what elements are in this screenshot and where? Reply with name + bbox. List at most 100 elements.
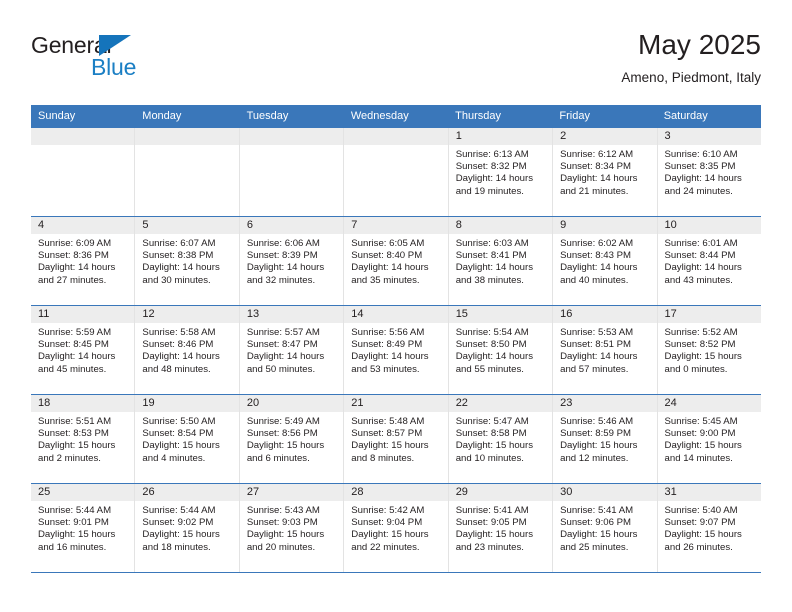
day-details: Sunrise: 6:12 AM Sunset: 8:34 PM Dayligh… bbox=[553, 145, 656, 198]
day-cell[interactable]: 12 Sunrise: 5:58 AM Sunset: 8:46 PM Dayl… bbox=[134, 306, 239, 394]
day-number: 30 bbox=[553, 484, 657, 501]
week-row: 25 Sunrise: 5:44 AM Sunset: 9:01 PM Dayl… bbox=[31, 483, 761, 572]
daylight-text-line2: and 43 minutes. bbox=[664, 274, 733, 286]
daylight-text-line2: and 53 minutes. bbox=[351, 363, 420, 375]
day-number: 13 bbox=[239, 306, 344, 323]
day-cell[interactable]: 10 Sunrise: 6:01 AM Sunset: 8:44 PM Dayl… bbox=[656, 217, 761, 305]
sunset-text: Sunset: 8:44 PM bbox=[664, 250, 736, 262]
day-details: Sunrise: 6:01 AM Sunset: 8:44 PM Dayligh… bbox=[658, 234, 761, 287]
daylight-text-line1: Daylight: 14 hours bbox=[38, 351, 116, 363]
logo-triangle-icon bbox=[99, 35, 131, 56]
day-cell[interactable]: 5 Sunrise: 6:07 AM Sunset: 8:38 PM Dayli… bbox=[134, 217, 239, 305]
day-cell[interactable]: 1 Sunrise: 6:13 AM Sunset: 8:32 PM Dayli… bbox=[447, 128, 553, 216]
day-number: 4 bbox=[31, 217, 135, 234]
sunset-text: Sunset: 8:39 PM bbox=[246, 250, 318, 262]
day-cell bbox=[31, 128, 135, 216]
day-cell[interactable]: 29 Sunrise: 5:41 AM Sunset: 9:05 PM Dayl… bbox=[447, 484, 553, 572]
day-number: 23 bbox=[553, 395, 657, 412]
day-details: Sunrise: 5:41 AM Sunset: 9:05 PM Dayligh… bbox=[449, 501, 552, 554]
day-cell[interactable]: 6 Sunrise: 6:06 AM Sunset: 8:39 PM Dayli… bbox=[238, 217, 344, 305]
day-cell[interactable]: 17 Sunrise: 5:52 AM Sunset: 8:52 PM Dayl… bbox=[656, 306, 761, 394]
daylight-text-line2: and 35 minutes. bbox=[351, 274, 420, 286]
day-cell[interactable]: 21 Sunrise: 5:48 AM Sunset: 8:57 PM Dayl… bbox=[343, 395, 448, 483]
daylight-text-line2: and 32 minutes. bbox=[246, 274, 316, 286]
sunset-text: Sunset: 8:35 PM bbox=[664, 161, 736, 173]
sunset-text: Sunset: 8:52 PM bbox=[664, 339, 736, 351]
daylight-text-line2: and 26 minutes. bbox=[664, 541, 733, 553]
daylight-text-line1: Daylight: 14 hours bbox=[664, 262, 742, 274]
weekday-saturday: Saturday bbox=[663, 110, 708, 122]
daylight-text-line1: Daylight: 14 hours bbox=[142, 262, 220, 274]
sunset-text: Sunset: 8:43 PM bbox=[560, 250, 632, 262]
sunrise-text: Sunrise: 5:51 AM bbox=[38, 416, 112, 427]
daylight-text-line1: Daylight: 14 hours bbox=[351, 262, 429, 274]
daylight-text-line1: Daylight: 14 hours bbox=[455, 351, 534, 363]
day-cell[interactable]: 27 Sunrise: 5:43 AM Sunset: 9:03 PM Dayl… bbox=[238, 484, 344, 572]
sunrise-text: Sunrise: 5:43 AM bbox=[246, 505, 320, 516]
day-cell[interactable]: 18 Sunrise: 5:51 AM Sunset: 8:53 PM Dayl… bbox=[31, 395, 135, 483]
day-cell[interactable]: 30 Sunrise: 5:41 AM Sunset: 9:06 PM Dayl… bbox=[552, 484, 657, 572]
day-cell[interactable]: 14 Sunrise: 5:56 AM Sunset: 8:49 PM Dayl… bbox=[343, 306, 448, 394]
day-cell[interactable]: 20 Sunrise: 5:49 AM Sunset: 8:56 PM Dayl… bbox=[238, 395, 344, 483]
sunset-text: Sunset: 8:45 PM bbox=[38, 339, 109, 351]
day-cell[interactable]: 3 Sunrise: 6:10 AM Sunset: 8:35 PM Dayli… bbox=[656, 128, 761, 216]
day-cell[interactable]: 16 Sunrise: 5:53 AM Sunset: 8:51 PM Dayl… bbox=[552, 306, 657, 394]
sunset-text: Sunset: 8:54 PM bbox=[142, 428, 214, 440]
week-row: 1 Sunrise: 6:13 AM Sunset: 8:32 PM Dayli… bbox=[31, 127, 761, 216]
day-details: Sunrise: 5:46 AM Sunset: 8:59 PM Dayligh… bbox=[553, 412, 656, 465]
sunset-text: Sunset: 9:06 PM bbox=[560, 517, 632, 529]
day-cell[interactable]: 2 Sunrise: 6:12 AM Sunset: 8:34 PM Dayli… bbox=[552, 128, 657, 216]
day-cell[interactable]: 28 Sunrise: 5:42 AM Sunset: 9:04 PM Dayl… bbox=[343, 484, 448, 572]
generalblue-logo[interactable]: General Blue bbox=[31, 32, 211, 88]
day-cell[interactable]: 13 Sunrise: 5:57 AM Sunset: 8:47 PM Dayl… bbox=[238, 306, 344, 394]
day-cell[interactable]: 15 Sunrise: 5:54 AM Sunset: 8:50 PM Dayl… bbox=[447, 306, 553, 394]
day-cell[interactable]: 8 Sunrise: 6:03 AM Sunset: 8:41 PM Dayli… bbox=[447, 217, 553, 305]
daylight-text-line2: and 12 minutes. bbox=[560, 452, 629, 464]
day-number: 9 bbox=[553, 217, 657, 234]
daylight-text-line1: Daylight: 14 hours bbox=[142, 351, 220, 363]
sunrise-text: Sunrise: 6:12 AM bbox=[560, 149, 634, 160]
sunset-text: Sunset: 8:57 PM bbox=[351, 428, 423, 440]
daylight-text-line2: and 10 minutes. bbox=[455, 452, 524, 464]
day-details: Sunrise: 5:44 AM Sunset: 9:01 PM Dayligh… bbox=[31, 501, 134, 554]
daylight-text-line2: and 45 minutes. bbox=[38, 363, 107, 375]
day-details: Sunrise: 5:58 AM Sunset: 8:46 PM Dayligh… bbox=[135, 323, 238, 376]
day-cell[interactable]: 11 Sunrise: 5:59 AM Sunset: 8:45 PM Dayl… bbox=[31, 306, 135, 394]
day-details: Sunrise: 5:56 AM Sunset: 8:49 PM Dayligh… bbox=[344, 323, 447, 376]
grid-bottom-rule bbox=[31, 572, 761, 573]
sunset-text: Sunset: 9:03 PM bbox=[246, 517, 318, 529]
day-cell[interactable]: 23 Sunrise: 5:46 AM Sunset: 8:59 PM Dayl… bbox=[552, 395, 657, 483]
day-cell[interactable]: 19 Sunrise: 5:50 AM Sunset: 8:54 PM Dayl… bbox=[134, 395, 239, 483]
day-number bbox=[31, 128, 135, 145]
week-row: 18 Sunrise: 5:51 AM Sunset: 8:53 PM Dayl… bbox=[31, 394, 761, 483]
sunset-text: Sunset: 8:56 PM bbox=[246, 428, 318, 440]
daylight-text-line2: and 20 minutes. bbox=[246, 541, 316, 553]
day-cell[interactable]: 7 Sunrise: 6:05 AM Sunset: 8:40 PM Dayli… bbox=[343, 217, 448, 305]
day-cell[interactable]: 25 Sunrise: 5:44 AM Sunset: 9:01 PM Dayl… bbox=[31, 484, 135, 572]
calendar-page: General Blue May 2025 Ameno, Piedmont, I… bbox=[0, 0, 792, 612]
day-cell[interactable]: 31 Sunrise: 5:40 AM Sunset: 9:07 PM Dayl… bbox=[656, 484, 761, 572]
sunrise-text: Sunrise: 5:58 AM bbox=[142, 327, 216, 338]
daylight-text-line1: Daylight: 14 hours bbox=[246, 351, 325, 363]
daylight-text-line1: Daylight: 14 hours bbox=[351, 351, 429, 363]
day-details: Sunrise: 5:48 AM Sunset: 8:57 PM Dayligh… bbox=[344, 412, 447, 465]
day-details: Sunrise: 5:40 AM Sunset: 9:07 PM Dayligh… bbox=[658, 501, 761, 554]
sunrise-text: Sunrise: 5:53 AM bbox=[560, 327, 634, 338]
day-cell[interactable]: 9 Sunrise: 6:02 AM Sunset: 8:43 PM Dayli… bbox=[552, 217, 657, 305]
day-cell[interactable]: 22 Sunrise: 5:47 AM Sunset: 8:58 PM Dayl… bbox=[447, 395, 553, 483]
day-details: Sunrise: 6:02 AM Sunset: 8:43 PM Dayligh… bbox=[553, 234, 656, 287]
day-cell[interactable]: 4 Sunrise: 6:09 AM Sunset: 8:36 PM Dayli… bbox=[31, 217, 135, 305]
day-cell[interactable]: 26 Sunrise: 5:44 AM Sunset: 9:02 PM Dayl… bbox=[134, 484, 239, 572]
daylight-text-line1: Daylight: 14 hours bbox=[560, 262, 638, 274]
weekday-thursday: Thursday bbox=[455, 110, 501, 122]
day-cell bbox=[343, 128, 448, 216]
daylight-text-line2: and 14 minutes. bbox=[664, 452, 733, 464]
sunset-text: Sunset: 8:47 PM bbox=[246, 339, 318, 351]
day-number bbox=[239, 128, 344, 145]
daylight-text-line1: Daylight: 14 hours bbox=[560, 351, 638, 363]
day-number: 25 bbox=[31, 484, 135, 501]
weekday-header-row: Sunday Monday Tuesday Wednesday Thursday… bbox=[31, 105, 761, 127]
sunrise-text: Sunrise: 6:06 AM bbox=[246, 238, 320, 249]
day-cell[interactable]: 24 Sunrise: 5:45 AM Sunset: 9:00 PM Dayl… bbox=[656, 395, 761, 483]
daylight-text-line2: and 22 minutes. bbox=[351, 541, 420, 553]
